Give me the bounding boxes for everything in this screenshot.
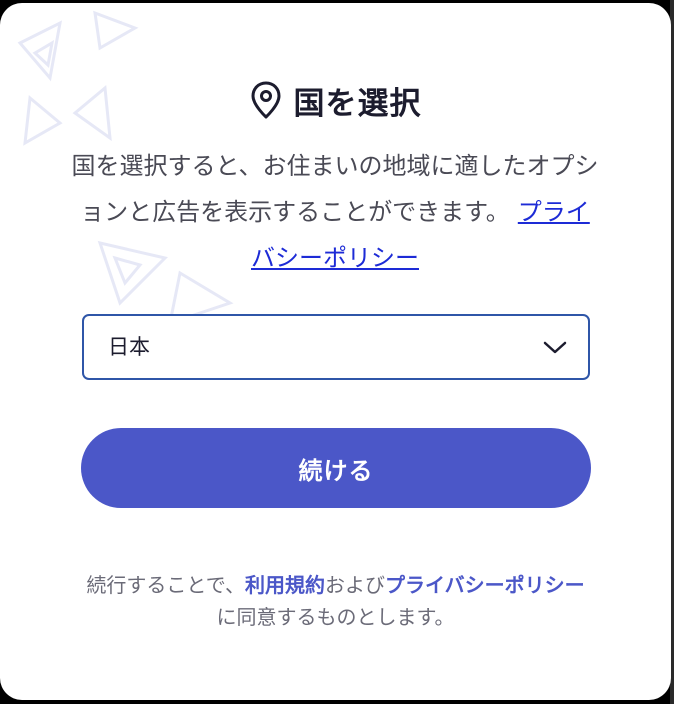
- map-pin-icon: [251, 81, 280, 119]
- chevron-down-icon: [543, 341, 567, 354]
- dialog-description: 国を選択すると、お住まいの地域に適したオプションと広告を表示することができます。…: [70, 143, 600, 281]
- country-select-dialog: 国を選択 国を選択すると、お住まいの地域に適したオプションと広告を表示することが…: [0, 3, 671, 700]
- country-select[interactable]: 日本: [82, 314, 590, 380]
- dialog-title: 国を選択: [293, 85, 422, 122]
- continue-button[interactable]: 続ける: [81, 428, 591, 508]
- consent-note: 続行することで、利用規約およびプライバシーポリシーに同意するものとします。: [20, 569, 651, 633]
- consent-suffix: に同意するものとします。: [216, 605, 455, 629]
- consent-conjunction: および: [325, 573, 385, 597]
- consent-prefix: 続行することで、: [86, 573, 245, 597]
- footer-privacy-policy-link[interactable]: プライバシーポリシー: [385, 573, 585, 597]
- country-select-value: 日本: [108, 335, 150, 359]
- terms-of-use-link[interactable]: 利用規約: [245, 573, 325, 597]
- dialog-header: 国を選択: [0, 77, 671, 123]
